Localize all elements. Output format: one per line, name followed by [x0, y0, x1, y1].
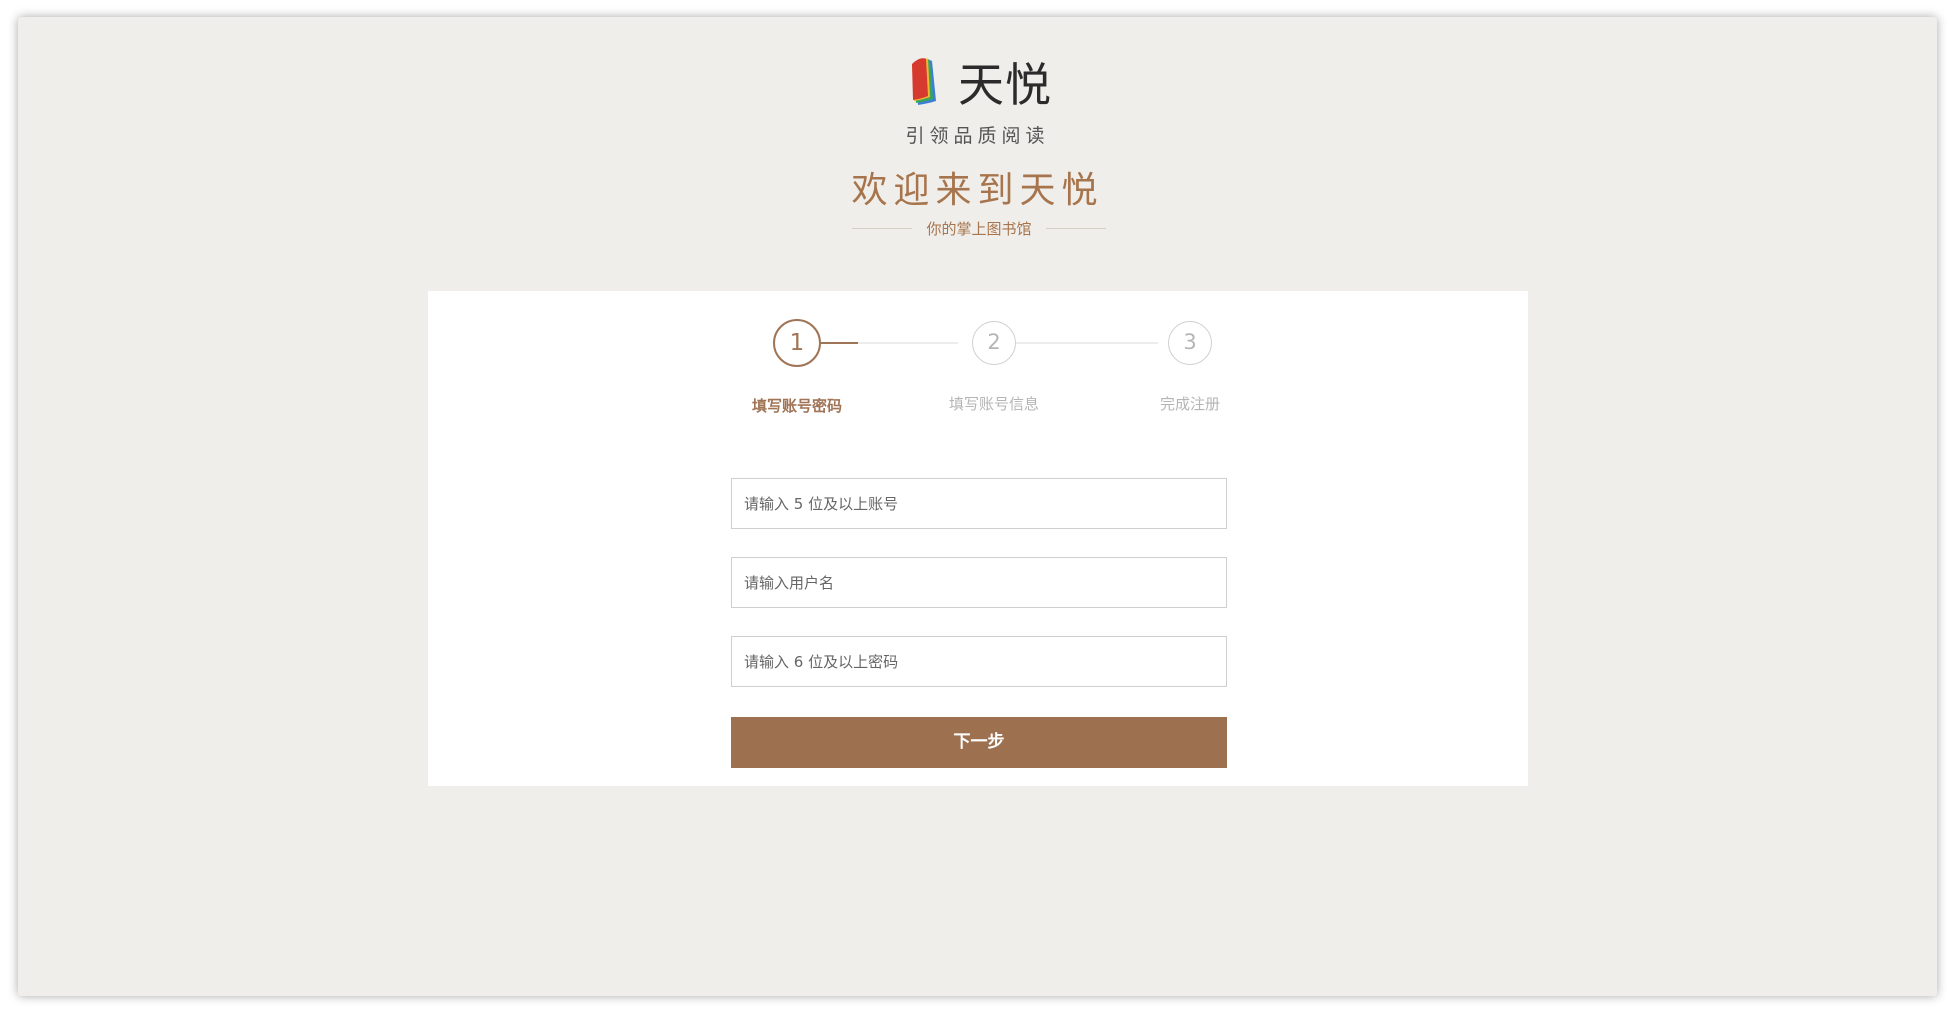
step-indicator: 1 2 3 填写账号密码 填写账号信息 完成注册 — [428, 291, 1528, 415]
step-2-label: 填写账号信息 — [948, 395, 1039, 413]
step-3-circle: 3 — [1168, 321, 1212, 365]
subtitle: 你的掌上图书馆 — [926, 219, 1032, 238]
step-1-label: 填写账号密码 — [751, 397, 842, 415]
password-field — [731, 636, 1227, 687]
logo: 天悦 — [912, 57, 1072, 127]
subtitle-row: 你的掌上图书馆 — [852, 216, 1106, 240]
divider-right — [1045, 227, 1106, 229]
account-field — [731, 478, 1227, 529]
account-input[interactable] — [732, 479, 1226, 528]
divider-left — [852, 227, 912, 229]
step-3-label: 完成注册 — [1159, 395, 1220, 413]
password-input[interactable] — [732, 637, 1226, 686]
welcome-title: 欢迎来到天悦 — [851, 170, 1104, 211]
step-2-circle: 2 — [972, 321, 1016, 365]
slogan: 引领品质阅读 — [905, 125, 1050, 147]
step-line-2 — [998, 342, 1158, 344]
register-card: 1 2 3 填写账号密码 填写账号信息 完成注册 下一步 — [428, 291, 1528, 786]
username-field — [731, 557, 1227, 608]
step-1-circle: 1 — [773, 319, 821, 367]
app-window: 天悦 引领品质阅读 欢迎来到天悦 你的掌上图书馆 1 2 3 填写账号密码 填写… — [18, 17, 1937, 996]
step-line-1 — [858, 342, 958, 344]
next-step-button[interactable]: 下一步 — [731, 717, 1227, 768]
brand-name: 天悦 — [958, 58, 1052, 112]
username-input[interactable] — [732, 558, 1226, 607]
books-logo-icon — [912, 58, 936, 105]
